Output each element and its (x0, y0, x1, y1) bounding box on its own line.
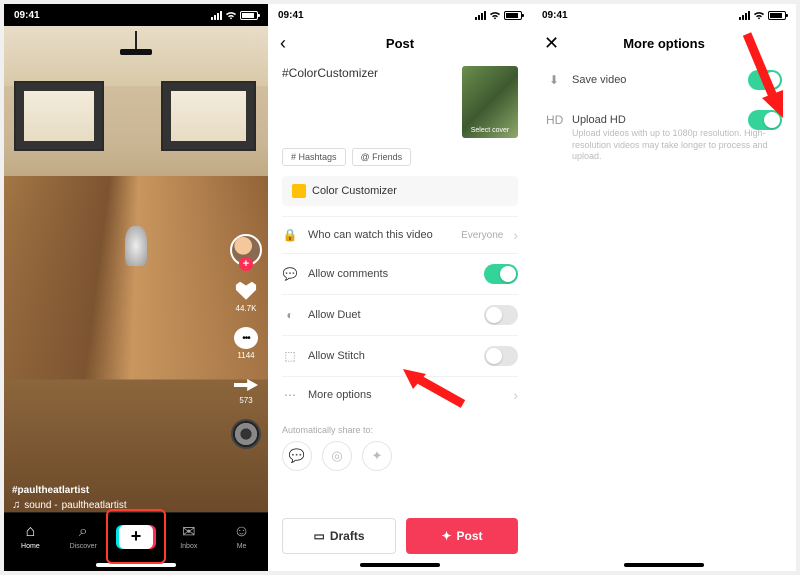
video-content (4, 26, 268, 512)
toggle-duet[interactable] (484, 305, 518, 325)
status-time: 09:41 (542, 10, 568, 21)
toggle-save[interactable] (748, 70, 782, 90)
hashtags-chip[interactable]: # Hashtags (282, 148, 346, 166)
stitch-icon: ⬚ (282, 349, 298, 363)
download-icon: ⬇ (546, 73, 562, 87)
wifi-icon (225, 11, 237, 20)
video-caption: #paultheatlartist ♫sound - paultheatlart… (12, 485, 127, 511)
share-instagram[interactable]: ◎ (322, 441, 352, 471)
toggle-stitch[interactable] (484, 346, 518, 366)
signal-icon (739, 11, 750, 20)
nav-home[interactable]: ⌂Home (4, 513, 57, 560)
user-handle[interactable]: #paultheatlartist (12, 485, 127, 496)
hd-icon: HD (546, 113, 562, 127)
home-indicator (360, 563, 440, 567)
profile-icon: ☺ (233, 523, 251, 541)
battery-icon (240, 11, 258, 20)
nav-inbox[interactable]: ✉Inbox (162, 513, 215, 560)
phone-post: 09:41 ‹ Post #ColorCustomizer Select cov… (268, 4, 532, 571)
nav-discover[interactable]: ⌕Discover (57, 513, 110, 560)
share-icon (234, 374, 258, 394)
battery-icon (504, 11, 522, 20)
row-save-video: ⬇Save video (546, 60, 782, 100)
like-count: 44.7K (236, 304, 257, 313)
video-feed[interactable] (4, 26, 268, 512)
row-more-options[interactable]: ⋯More options› (282, 376, 518, 413)
duet-icon: ◐ (282, 308, 298, 322)
page-title: More options (532, 36, 796, 51)
cover-thumbnail[interactable]: Select cover (462, 66, 518, 138)
music-icon: ♫ (12, 499, 20, 511)
signal-icon (211, 11, 222, 20)
share-count: 573 (239, 396, 252, 405)
comment-icon: 💬 (282, 267, 298, 281)
nav-me[interactable]: ☺Me (215, 513, 268, 560)
more-icon: ⋯ (282, 388, 298, 402)
status-time: 09:41 (278, 10, 304, 21)
chip-row: # Hashtags @ Friends (282, 148, 518, 166)
wifi-icon (753, 11, 765, 20)
wifi-icon (489, 11, 501, 20)
lock-icon: 🔒 (282, 228, 298, 242)
sound-disc[interactable] (231, 419, 261, 449)
toggle-comments[interactable] (484, 264, 518, 284)
phone-feed: 09:41 ‹ Search Following For You 44.7K 1… (4, 4, 268, 571)
like-button[interactable]: 44.7K (234, 280, 258, 313)
bottom-nav: ⌂Home ⌕Discover + ✉Inbox ☺Me (4, 512, 268, 560)
drafts-button[interactable]: ▭Drafts (282, 518, 396, 554)
share-label: Automatically share to: (282, 425, 518, 435)
signal-icon (475, 11, 486, 20)
status-bar: 09:41 (532, 4, 796, 26)
row-privacy[interactable]: 🔒Who can watch this videoEveryone› (282, 216, 518, 253)
share-other[interactable]: ✦ (362, 441, 392, 471)
row-stitch: ⬚Allow Stitch (282, 335, 518, 376)
chevron-right-icon: › (513, 387, 518, 403)
inbox-icon: ✉ (180, 523, 198, 541)
search-icon: ⌕ (74, 523, 92, 541)
link-attachment[interactable]: Color Customizer (282, 176, 518, 206)
comment-count: 1144 (237, 351, 254, 360)
post-button[interactable]: ✦Post (406, 518, 518, 554)
button-row: ▭Drafts ✦Post (282, 510, 518, 560)
home-icon: ⌂ (21, 523, 39, 541)
comment-icon (234, 327, 258, 349)
more-header: ✕ More options (532, 26, 796, 60)
page-title: Post (268, 36, 532, 51)
post-icon: ✦ (441, 529, 451, 543)
drafts-icon: ▭ (313, 529, 324, 543)
phone-more-options: 09:41 ✕ More options ⬇Save video HD Uploa… (532, 4, 796, 571)
comment-button[interactable]: 1144 (234, 327, 258, 360)
author-avatar[interactable] (230, 234, 262, 266)
share-button[interactable]: 573 (234, 374, 258, 405)
row-comments: 💬Allow comments (282, 253, 518, 294)
share-row: 💬 ◎ ✦ (282, 441, 518, 471)
caption-input[interactable]: #ColorCustomizer (282, 66, 452, 138)
toggle-hd[interactable] (748, 110, 782, 130)
friends-chip[interactable]: @ Friends (352, 148, 412, 166)
link-icon (292, 184, 306, 198)
action-sidebar: 44.7K 1144 573 (230, 234, 262, 449)
home-indicator (624, 563, 704, 567)
share-message[interactable]: 💬 (282, 441, 312, 471)
heart-icon (234, 280, 258, 302)
nav-create[interactable]: + (110, 513, 163, 560)
chevron-right-icon: › (513, 227, 518, 243)
row-duet: ◐Allow Duet (282, 294, 518, 335)
battery-icon (768, 11, 786, 20)
post-header: ‹ Post (268, 26, 532, 60)
hd-description: Upload videos with up to 1080p resolutio… (572, 128, 782, 163)
status-indicators (211, 11, 258, 20)
caption-row: #ColorCustomizer Select cover (282, 60, 518, 148)
highlight-box (106, 509, 167, 564)
status-bar: 09:41 (4, 4, 268, 26)
status-bar: 09:41 (268, 4, 532, 26)
status-time: 09:41 (14, 10, 40, 21)
